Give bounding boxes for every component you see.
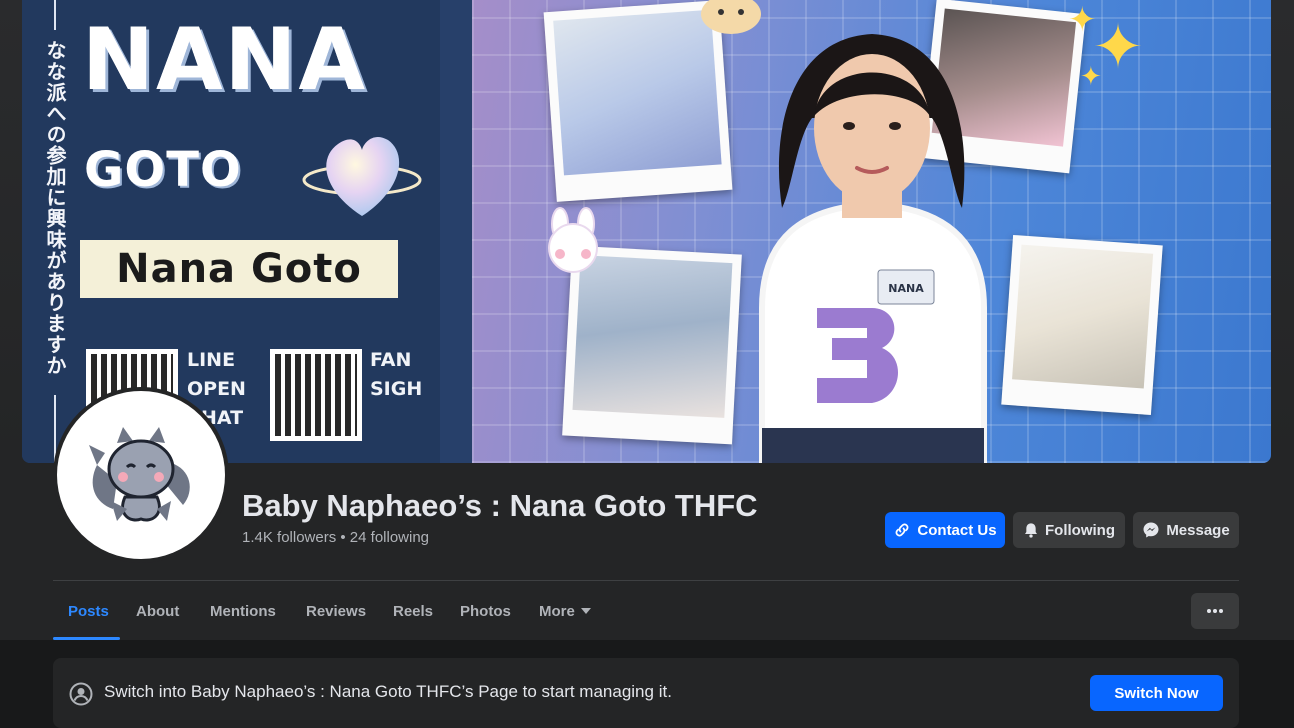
switch-profile-icon — [69, 682, 93, 706]
contact-us-label: Contact Us — [917, 521, 997, 539]
active-tab-indicator — [53, 637, 120, 640]
cover-vertical-text: なな派への参加に興味がありますか — [43, 40, 67, 376]
cover-collage: NANA ✦ ✦ ✦ — [472, 0, 1271, 463]
photo-image — [1012, 244, 1154, 389]
message-button[interactable]: Message — [1133, 512, 1239, 548]
heart-planet-decoration — [302, 137, 422, 216]
followers-count[interactable]: 1.4K followers • 24 following — [242, 529, 429, 546]
cover-divider-line — [54, 0, 56, 30]
person-cutout: NANA — [759, 34, 987, 463]
cover-title: NANA — [82, 10, 368, 110]
message-label: Message — [1166, 521, 1230, 539]
chevron-down-icon — [580, 608, 591, 614]
more-dots-icon — [1207, 609, 1223, 613]
name-badge-text: NANA — [888, 282, 924, 295]
bunny-sticker — [548, 207, 598, 273]
qr-pattern — [275, 354, 357, 436]
mascot-sticker — [701, 0, 761, 34]
more-options-button[interactable] — [1191, 593, 1239, 629]
following-button[interactable]: Following — [1013, 512, 1125, 548]
link-icon — [896, 523, 909, 537]
photo-image — [572, 255, 733, 418]
cover-name-box: Nana Goto — [80, 240, 398, 298]
tab-about[interactable]: About — [136, 583, 179, 639]
tab-photos[interactable]: Photos — [460, 583, 511, 639]
tab-mentions[interactable]: Mentions — [210, 583, 276, 639]
messenger-icon — [1143, 522, 1159, 538]
switch-profile-banner: Switch into Baby Naphaeo’s : Nana Goto T… — [53, 658, 1239, 728]
contact-us-button[interactable]: Contact Us — [885, 512, 1005, 548]
bat-mascot-icon — [89, 427, 190, 522]
switch-profile-text: Switch into Baby Naphaeo’s : Nana Goto T… — [104, 682, 672, 701]
page-title: Baby Naphaeo’s : Nana Goto THFC — [242, 488, 758, 523]
fan-qr-code — [270, 349, 362, 441]
polaroid-photo — [1001, 234, 1163, 416]
tab-reviews[interactable]: Reviews — [306, 583, 366, 639]
cover-left-panel: なな派への参加に興味がありますか NANA GOTO Nana Goto LIN… — [22, 0, 440, 463]
tab-more[interactable]: More — [539, 583, 591, 639]
cover-photo[interactable]: なな派への参加に興味がありますか NANA GOTO Nana Goto LIN… — [22, 0, 1271, 463]
sparkle-decoration: ✦ — [1080, 62, 1102, 92]
tab-posts[interactable]: Posts — [68, 583, 109, 639]
switch-now-button[interactable]: Switch Now — [1090, 675, 1223, 711]
avatar-image — [57, 391, 225, 559]
header-divider — [53, 580, 1239, 581]
bell-icon — [1025, 523, 1037, 538]
cover-subtitle: GOTO — [84, 142, 242, 198]
page-avatar[interactable] — [53, 387, 229, 563]
following-label: Following — [1045, 521, 1115, 539]
tab-reels[interactable]: Reels — [393, 583, 433, 639]
tab-more-label: More — [539, 602, 575, 620]
qr-label-fan: FAN SIGH — [370, 349, 423, 400]
